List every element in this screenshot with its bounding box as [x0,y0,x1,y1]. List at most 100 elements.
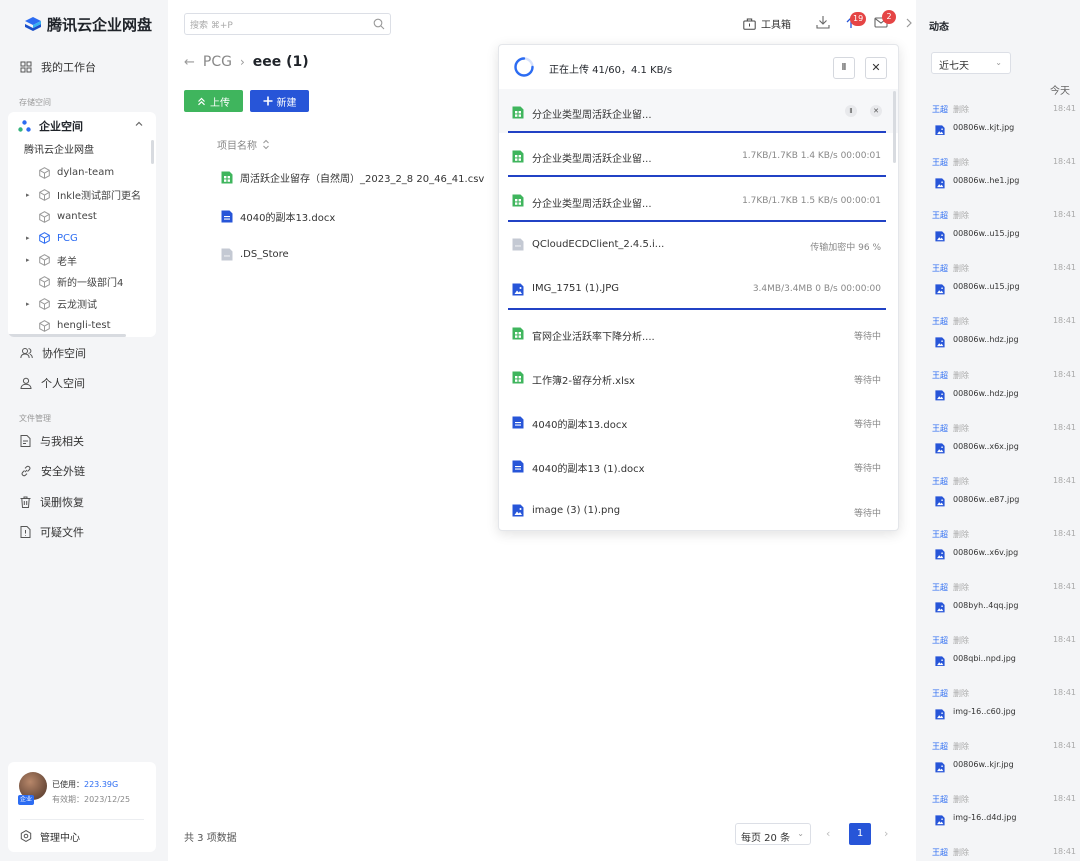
nav-suspicious-files[interactable]: 可疑文件 [8,518,156,546]
back-arrow-icon[interactable]: ← [184,55,195,70]
upload-item[interactable]: 分企业类型周活跃企业留... 1.7KB/1.7KB 1.5 KB/s 00:00… [499,178,898,222]
activity-user[interactable]: 王超 [932,210,948,221]
activity-file[interactable]: img-16..c60.jpg [953,707,1016,716]
tree-h-scrollbar[interactable] [8,334,126,337]
expand-arrow-icon[interactable]: ▸ [26,191,30,199]
app-logo[interactable]: 腾讯云企业网盘 [24,14,152,35]
activity-user[interactable]: 王超 [932,423,948,434]
search-icon[interactable] [373,18,385,30]
next-page-icon[interactable]: › [884,827,888,840]
nav-collab-space[interactable]: 协作空间 [8,339,156,367]
activity-item[interactable]: 王超 删除 18:41 00806w..x6v.jpg [932,529,1076,582]
activity-user[interactable]: 王超 [932,263,948,274]
upload-list-scrollbar[interactable] [893,91,896,163]
activity-item[interactable]: 王超 删除 18:41 008qbi..npd.jpg [932,635,1076,688]
nav-recycle[interactable]: 误删恢复 [8,488,156,516]
activity-user[interactable]: 王超 [932,370,948,381]
upload-item[interactable]: 4040的副本13 (1).docx 等待中 [499,443,898,487]
activity-item[interactable]: 王超 删除 18:41 00806w..kjt.jpg [932,104,1076,157]
nav-personal-space[interactable]: 个人空间 [8,369,156,397]
activity-item[interactable]: 王超 删除 18:41 00806w..hdz.jpg [932,316,1076,369]
activity-user[interactable]: 王超 [932,316,948,327]
activity-item[interactable]: 王超 删除 18:41 00806w..e87.jpg [932,476,1076,529]
page-size-select[interactable]: 每页 20 条 ⌄ [735,823,811,845]
activity-user[interactable]: 王超 [932,582,948,593]
activity-item[interactable]: 王超 删除 18:41 00806w..he1.jpg [932,157,1076,210]
tree-node[interactable]: 新的一级部门4 [8,271,156,293]
upload-item[interactable]: IMG_1751 (1).JPG 3.4MB/3.4MB 0 B/s 00:00:… [499,266,898,311]
activity-user[interactable]: 王超 [932,157,948,168]
activity-user[interactable]: 王超 [932,635,948,646]
download-icon[interactable] [816,15,830,29]
close-icon[interactable]: ✕ [870,105,882,117]
tree-node[interactable]: ▸ 老羊 [8,249,156,271]
file-row[interactable]: .DS_Store [221,248,289,261]
upload-item[interactable]: 官网企业活跃率下降分析.... 等待中 [499,311,898,355]
activity-user[interactable]: 王超 [932,476,948,487]
activity-item[interactable]: 王超 删除 18:41 00806w..hdz.jpg [932,370,1076,423]
activity-file[interactable]: 00806w..e87.jpg [953,495,1019,504]
activity-file[interactable]: 00806w..hdz.jpg [953,389,1019,398]
tree-node[interactable]: wantest [8,206,156,228]
activity-item[interactable]: 王超 删除 18:41 00806w..u15.jpg [932,263,1076,316]
pause-icon[interactable]: Ⅱ [845,105,857,117]
activity-file[interactable]: 00806w..he1.jpg [953,176,1019,185]
activity-user[interactable]: 王超 [932,741,948,752]
file-row[interactable]: 4040的副本13.docx [221,209,335,224]
activity-user[interactable]: 王超 [932,794,948,805]
activity-item[interactable]: 王超 删除 18:41 img-16..c60.jpg [932,688,1076,741]
breadcrumb-parent[interactable]: PCG [203,54,232,70]
activity-user[interactable]: 王超 [932,104,948,115]
new-button[interactable]: 新建 [250,90,309,112]
upload-item[interactable]: 工作簿2-留存分析.xlsx 等待中 [499,355,898,399]
nav-related-to-me[interactable]: 与我相关 [8,427,156,455]
page-number-current[interactable]: 1 [849,823,871,845]
activity-item[interactable]: 王超 删除 18:41 img-16..d4d.jpg [932,794,1076,847]
close-panel-button[interactable]: ✕ [865,57,887,79]
expand-arrow-icon[interactable]: ▸ [26,300,30,308]
search-input[interactable]: 搜索 ⌘+P [184,13,391,35]
activity-file[interactable]: 00806w..kjr.jpg [953,760,1014,769]
nav-secure-links[interactable]: 安全外链 [8,457,156,485]
activity-file[interactable]: 008byh..4qq.jpg [953,601,1018,610]
admin-center-button[interactable]: 管理中心 [20,826,80,846]
activity-file[interactable]: img-16..d4d.jpg [953,813,1016,822]
activity-user[interactable]: 王超 [932,688,948,699]
activity-item[interactable]: 王超 删除 18:41 00806w..u15.jpg [932,210,1076,263]
activity-file[interactable]: 00806w..hdz.jpg [953,335,1019,344]
tree-node[interactable]: ▸ 云龙测试 [8,293,156,315]
tree-node[interactable]: dylan-team [8,162,156,184]
activity-file[interactable]: 008qbi..npd.jpg [953,654,1016,663]
upload-button[interactable]: 上传 [184,90,243,112]
tree-node[interactable]: ▸ Inkle测试部门更名 [8,184,156,206]
expand-arrow-icon[interactable]: ▸ [26,234,30,242]
prev-page-icon[interactable]: ‹ [826,827,830,840]
activity-file[interactable]: 00806w..u15.jpg [953,229,1020,238]
activity-file[interactable]: 00806w..x6v.jpg [953,548,1018,557]
chevron-right-icon[interactable] [904,17,914,29]
activity-item[interactable]: 王超 删除 18:41 00806w..x6x.jpg [932,423,1076,476]
upload-item[interactable]: QCloudECDClient_2.4.5.i... 传输加密中 96 % [499,222,898,266]
pause-all-button[interactable]: Ⅱ [833,57,855,79]
expand-arrow-icon[interactable]: ▸ [26,256,30,264]
file-row[interactable]: 周活跃企业留存（自然周）_2023_2_8 20_46_41.csv [221,170,484,185]
tree-root[interactable]: 腾讯云企业网盘 [8,140,156,162]
activity-file[interactable]: 00806w..x6x.jpg [953,442,1019,451]
activity-item[interactable]: 王超 删除 18:41 008byh..4qq.jpg [932,582,1076,635]
tree-node[interactable]: ▸ PCG [8,227,156,249]
activity-user[interactable]: 王超 [932,529,948,540]
column-header-name[interactable]: 项目名称 [217,137,270,152]
activity-user[interactable]: 王超 [932,847,948,858]
upload-item[interactable]: 分企业类型周活跃企业留... 1.7KB/1.7KB 1.4 KB/s 00:00… [499,133,898,178]
activity-file[interactable]: 00806w..u15.jpg [953,282,1020,291]
activity-item[interactable]: 王超 删除 18:41 00806w..kjr.jpg [932,741,1076,794]
upload-item[interactable]: 4040的副本13.docx 等待中 [499,399,898,443]
chevron-up-icon[interactable] [134,119,144,129]
activity-item[interactable]: 王超 删除 18:41 [932,847,1076,861]
nav-workbench[interactable]: 我的工作台 [8,53,156,81]
tree-scrollbar[interactable] [151,140,154,164]
activity-file[interactable]: 00806w..kjt.jpg [953,123,1014,132]
upload-item[interactable]: image (3) (1).png 等待中 [499,488,898,530]
date-range-select[interactable]: 近七天 ⌄ [931,52,1011,74]
upload-item[interactable]: 分企业类型周活跃企业留... Ⅱ ✕ [499,89,898,133]
